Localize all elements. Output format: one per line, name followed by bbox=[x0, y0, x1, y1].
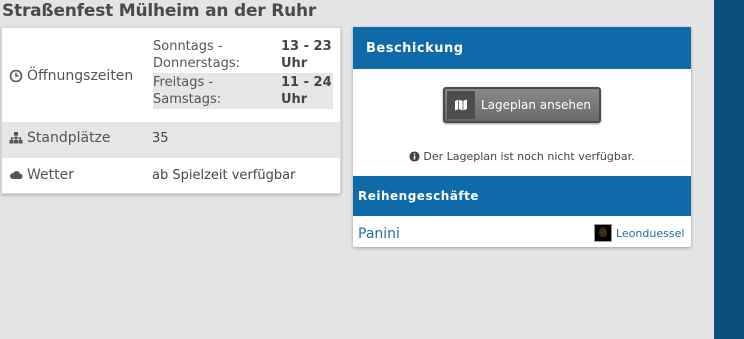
info-card: Öffnungszeiten Sonntags - Donnerstags: 1… bbox=[1, 27, 341, 194]
hours-time: Uhr bbox=[281, 92, 308, 107]
hours-row-fri-sat: Freitags - Samstags: 11 - 24 Uhr bbox=[153, 73, 333, 109]
weather-row: Wetter ab Spielzeit verfügbar bbox=[2, 158, 340, 193]
sitemap-icon bbox=[9, 132, 23, 144]
weather-text: Wetter bbox=[27, 167, 74, 183]
hours-time: Uhr bbox=[281, 56, 308, 71]
hours-days: Samstags: bbox=[153, 92, 222, 107]
page-title: Straßenfest Mülheim an der Ruhr bbox=[2, 1, 317, 21]
rides-title: Reihengeschäfte bbox=[358, 189, 479, 203]
stands-label: Standplätze bbox=[9, 130, 111, 146]
right-sidebar-strip bbox=[714, 0, 744, 339]
opening-hours-label: Öffnungszeiten bbox=[9, 68, 133, 84]
owner-link[interactable]: Leonduessel bbox=[616, 227, 684, 240]
hours-time: 13 - 23 bbox=[281, 39, 332, 54]
rides-header: Reihengeschäfte bbox=[353, 176, 691, 216]
hours-days: Freitags - bbox=[153, 75, 214, 90]
view-site-plan-button[interactable]: Lageplan ansehen bbox=[443, 87, 601, 123]
site-plan-notice: Der Lageplan ist noch nicht verfügbar. bbox=[353, 150, 691, 163]
stands-row: Standplätze 35 bbox=[2, 122, 340, 158]
weather-label: Wetter bbox=[9, 167, 74, 183]
hours-row-sun-thu: Sonntags - Donnerstags: 13 - 23 Uhr bbox=[153, 37, 333, 73]
clock-icon bbox=[9, 69, 23, 83]
stands-text: Standplätze bbox=[27, 130, 111, 146]
map-icon bbox=[455, 99, 467, 111]
opening-hours-text: Öffnungszeiten bbox=[27, 68, 134, 84]
weather-value: ab Spielzeit verfügbar bbox=[152, 168, 296, 183]
hours-time: 11 - 24 bbox=[281, 75, 332, 90]
hours-table: Sonntags - Donnerstags: 13 - 23 Uhr Frei… bbox=[153, 37, 333, 109]
ride-owner: Leonduessel bbox=[594, 224, 684, 242]
info-icon bbox=[409, 151, 420, 162]
hours-days: Donnerstags: bbox=[153, 56, 241, 71]
side-card: Beschickung Lageplan ansehen Der Lagepla… bbox=[353, 27, 691, 247]
stands-value: 35 bbox=[152, 131, 169, 146]
notice-text: Der Lageplan ist noch nicht verfügbar. bbox=[423, 150, 635, 163]
view-site-plan-label: Lageplan ansehen bbox=[481, 98, 591, 112]
loading-header: Beschickung bbox=[353, 27, 691, 69]
cloud-icon bbox=[10, 171, 23, 179]
avatar[interactable] bbox=[594, 224, 612, 242]
hours-days: Sonntags - bbox=[153, 39, 223, 54]
ride-link[interactable]: Panini bbox=[358, 226, 400, 242]
opening-hours-row: Öffnungszeiten Sonntags - Donnerstags: 1… bbox=[2, 28, 340, 122]
loading-title: Beschickung bbox=[366, 41, 464, 56]
